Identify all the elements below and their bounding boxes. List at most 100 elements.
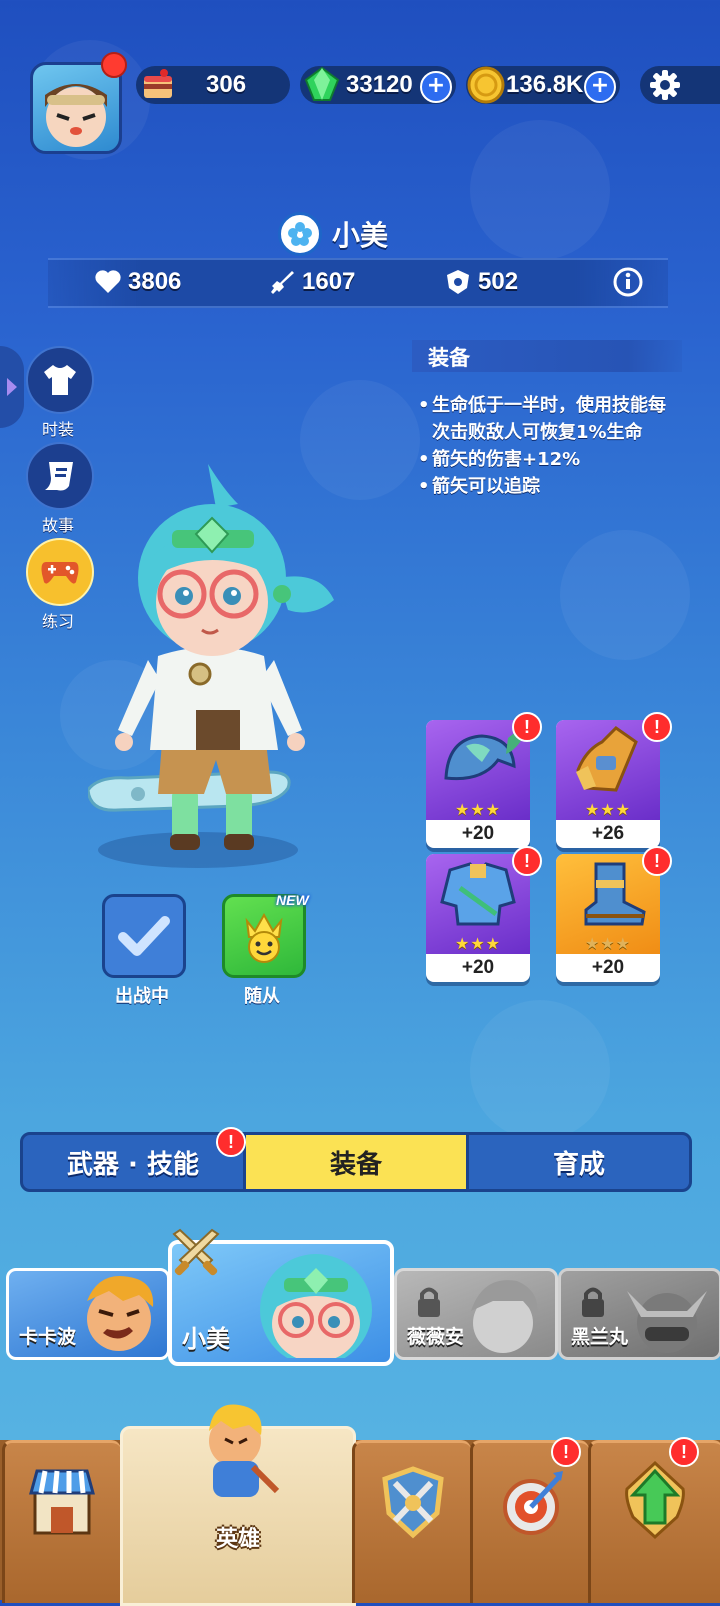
hero-portrait	[471, 1280, 538, 1353]
nav-hero-label: 英雄	[215, 1527, 260, 1552]
hero-tabs: 武器 · 技能 装备 育成	[20, 1132, 692, 1192]
roster-hero-heilanwan[interactable]: 黑兰丸	[558, 1268, 720, 1360]
costume-icon-wrap	[26, 346, 94, 414]
equipment-stars: ★★★	[584, 800, 632, 819]
story-label: 故事	[41, 516, 74, 535]
nav-events[interactable]: !	[470, 1437, 589, 1603]
tab-weapon-skill[interactable]: 武器 · 技能	[23, 1135, 243, 1189]
settings-button[interactable]	[640, 66, 720, 104]
roster-hero-kakabo[interactable]: 卡卡波	[6, 1268, 170, 1360]
hero-portrait	[627, 1291, 707, 1353]
player-avatar-icon	[45, 84, 107, 147]
info-icon[interactable]	[612, 266, 644, 298]
gear-icon	[650, 70, 680, 100]
shirt-icon	[44, 365, 76, 395]
equipment-card-helmet[interactable]: ★★★ +20 !	[426, 712, 542, 848]
equipment-stars: ★★★	[584, 934, 632, 953]
costume-label: 时装	[41, 420, 74, 439]
book-icon	[45, 462, 73, 491]
equipment-desc-title: 装备	[428, 346, 470, 370]
sword-icon	[271, 271, 294, 294]
weapon-skill-alert-badge: !	[216, 1127, 246, 1157]
tab-training[interactable]: 育成	[469, 1135, 689, 1189]
hero-stats-bar: 3806 1607 502	[48, 258, 668, 308]
equipment-level: +20	[461, 823, 495, 844]
cake-count: 306	[206, 71, 247, 98]
roster-hero-name: 黑兰丸	[571, 1326, 629, 1348]
add-coins-button[interactable]: +	[584, 71, 616, 103]
roster-hero-name: 薇薇安	[407, 1326, 465, 1348]
gem-counter: 33120 +	[300, 66, 456, 104]
roster-hero-name: 小美	[182, 1325, 230, 1353]
defense-value: 502	[478, 268, 519, 295]
story-button[interactable]: 故事	[26, 442, 94, 536]
practice-icon-wrap	[26, 538, 94, 606]
tab-equipment[interactable]: 装备	[243, 1135, 469, 1189]
events-alert-badge: !	[551, 1437, 581, 1467]
equipment-desc-header: 装备	[412, 340, 682, 372]
practice-button[interactable]: 练习	[26, 538, 94, 632]
avatar-notification-dot	[101, 52, 127, 78]
battle-shield-icon	[382, 1466, 444, 1539]
hero-character-model[interactable]	[88, 460, 348, 880]
coin-counter: 136.8K +	[466, 66, 620, 104]
cake-counter: 306	[136, 66, 290, 104]
equipment-effect: 生命低于一半时，使用技能每次击败敌人可恢复1%生命	[418, 392, 678, 446]
roster-hero-name: 卡卡波	[19, 1326, 77, 1348]
equipment-alert-badge: !	[642, 712, 672, 742]
crown-face-icon	[245, 912, 283, 963]
target-arrow-icon	[503, 1471, 563, 1535]
equipment-card-boots[interactable]: ★★★ +20 !	[556, 846, 672, 982]
attack-value: 1607	[302, 268, 356, 295]
hero-name-row: 小美	[278, 212, 389, 256]
nav-shop[interactable]	[2, 1440, 121, 1603]
roster-hero-vivian[interactable]: 薇薇安	[394, 1268, 558, 1360]
bottom-nav: 英雄 ! !	[0, 1404, 720, 1606]
follower-label: 随从	[244, 986, 280, 1007]
cake-icon	[144, 69, 172, 98]
flower-icon	[288, 222, 312, 246]
side-menu-toggle[interactable]	[0, 346, 24, 428]
nav-battle[interactable]	[352, 1440, 471, 1603]
attack-stat: 1607	[268, 268, 355, 296]
equipment-level: +26	[591, 823, 625, 844]
chevron-right-icon	[7, 378, 17, 396]
story-icon-wrap	[26, 442, 94, 510]
hero-class-badge	[278, 212, 322, 256]
equipment-card-gauntlet[interactable]: ★★★ +26 !	[556, 712, 672, 848]
crossed-swords-icon	[172, 1228, 220, 1276]
gem-count: 33120	[346, 71, 413, 98]
equipment-stars: ★★★	[454, 934, 502, 953]
equipment-alert-badge: !	[642, 846, 672, 876]
costume-button[interactable]: 时装	[26, 346, 94, 440]
defense-stat: 502	[444, 268, 518, 296]
shop-icon	[29, 1469, 95, 1535]
equipment-alert-badge: !	[512, 712, 542, 742]
equipment-effect: 箭矢可以追踪	[418, 473, 678, 500]
gem-icon	[304, 66, 340, 101]
checkmark-icon	[118, 916, 170, 956]
gamepad-icon	[41, 562, 79, 584]
lock-icon	[582, 1287, 604, 1317]
nav-upgrade[interactable]: !	[588, 1437, 720, 1603]
add-gems-button[interactable]: +	[420, 71, 452, 103]
coin-count: 136.8K	[506, 71, 584, 98]
equipment-stars: ★★★	[454, 800, 502, 819]
equipment-level: +20	[591, 957, 625, 978]
equipment-level: +20	[461, 957, 495, 978]
nav-hero[interactable]: 英雄	[120, 1404, 356, 1606]
equipment-card-armor[interactable]: ★★★ +20 !	[426, 846, 542, 982]
shield-icon	[447, 270, 469, 294]
upgrade-alert-badge: !	[669, 1437, 699, 1467]
upgrade-arrow-icon	[625, 1460, 685, 1540]
practice-label: 练习	[41, 612, 74, 631]
hero-name: 小美	[332, 219, 389, 252]
health-stat: 3806	[94, 268, 181, 296]
equipment-effect: 箭矢的伤害+12%	[418, 446, 678, 473]
hero-nav-icon	[209, 1404, 280, 1497]
new-badge: NEW	[276, 892, 309, 908]
heart-icon	[95, 270, 121, 293]
health-value: 3806	[128, 268, 182, 295]
equipment-effects-list: 生命低于一半时，使用技能每次击败敌人可恢复1%生命 箭矢的伤害+12% 箭矢可以…	[418, 392, 678, 500]
deployed-status-button[interactable]	[102, 894, 186, 978]
